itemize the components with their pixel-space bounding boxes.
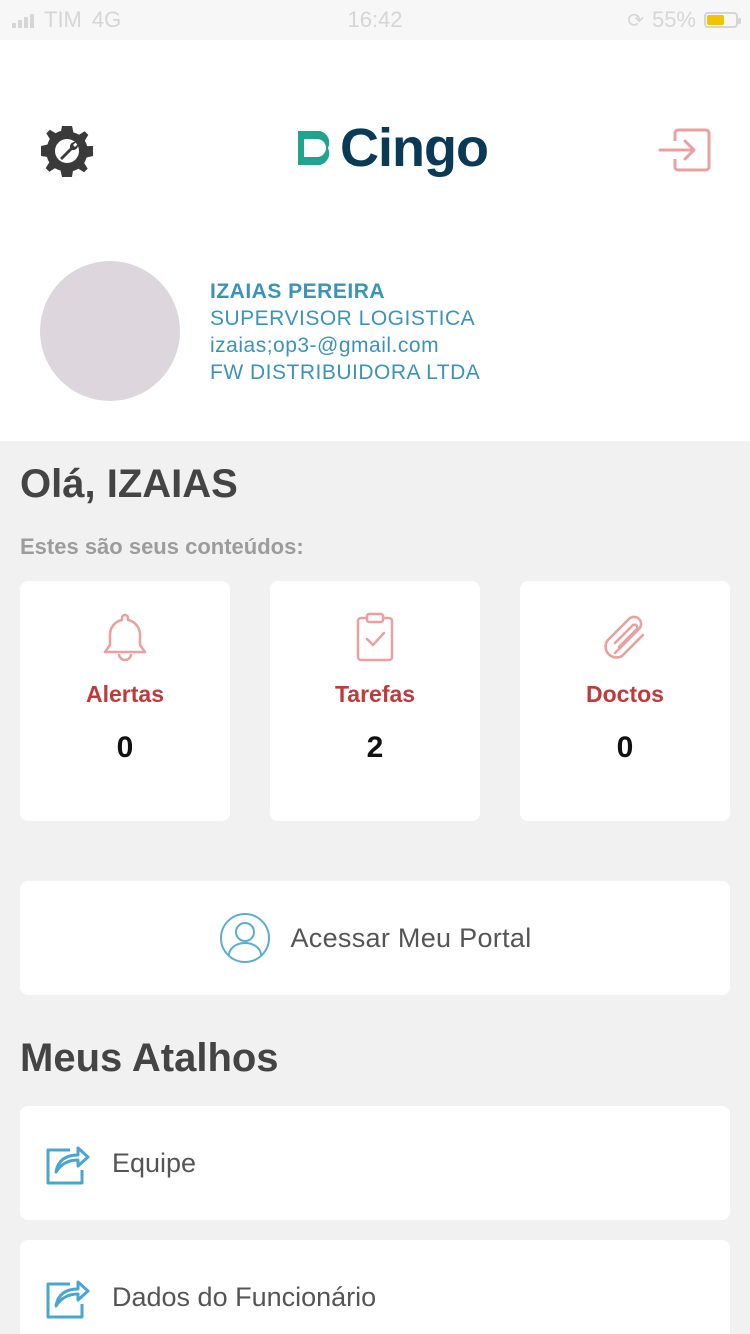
content-cards: Alertas 0 Tarefas 2 Doctos 0 [20, 581, 730, 821]
paperclip-icon [520, 611, 730, 663]
logo-mark-icon [298, 131, 330, 165]
portal-label: Acessar Meu Portal [290, 922, 532, 953]
carrier-label: TIM [44, 7, 82, 32]
status-bar: TIM 4G 16:42 ⟳ 55% [0, 0, 750, 40]
shortcuts-title: Meus Atalhos [20, 1036, 279, 1080]
header: Cingo IZAIAS PEREIRA SUPERVISOR LOGISTIC… [0, 40, 750, 441]
portal-button[interactable]: Acessar Meu Portal [20, 881, 730, 995]
profile-role: SUPERVISOR LOGISTICA [210, 307, 476, 330]
avatar[interactable] [40, 261, 180, 401]
logo-text: Cingo [340, 118, 489, 178]
profile-company: FW DISTRIBUIDORA LTDA [210, 361, 481, 384]
shortcut-equipe[interactable]: Equipe [20, 1106, 730, 1220]
card-doctos[interactable]: Doctos 0 [520, 581, 730, 821]
settings-gear-icon[interactable] [40, 124, 94, 178]
status-left: TIM 4G [12, 7, 121, 33]
card-label: Alertas [86, 681, 164, 707]
bell-icon [20, 611, 230, 663]
share-icon [46, 1280, 90, 1319]
profile-name: IZAIAS PEREIRA [210, 280, 386, 303]
card-count: 0 [116, 731, 134, 764]
battery-icon [704, 12, 741, 28]
user-circle-icon [219, 913, 270, 963]
card-count: 2 [366, 731, 384, 764]
card-label: Doctos [586, 681, 664, 707]
rotation-lock-icon: ⟳ [627, 9, 644, 32]
network-label: 4G [91, 7, 122, 32]
card-count: 0 [616, 731, 634, 764]
logout-icon[interactable] [658, 126, 712, 174]
shortcut-dados-funcionario[interactable]: Dados do Funcionário [20, 1240, 730, 1334]
clipboard-check-icon [270, 611, 480, 663]
status-right: ⟳ 55% [627, 7, 741, 33]
card-label: Tarefas [334, 681, 416, 707]
battery-percent: 55% [651, 7, 696, 32]
signal-icon [12, 12, 34, 28]
profile-info: IZAIAS PEREIRA SUPERVISOR LOGISTICA izai… [210, 278, 480, 386]
shortcut-label: Dados do Funcionário [112, 1281, 377, 1312]
card-alertas[interactable]: Alertas 0 [20, 581, 230, 821]
card-tarefas[interactable]: Tarefas 2 [270, 581, 480, 821]
content-subtitle: Estes são seus conteúdos: [20, 534, 304, 559]
greeting: Olá, IZAIAS [20, 462, 238, 506]
shortcut-label: Equipe [112, 1147, 197, 1178]
app-logo: Cingo [290, 118, 489, 178]
share-icon [46, 1146, 90, 1185]
profile-email: izaias;op3-@gmail.com [210, 334, 440, 357]
